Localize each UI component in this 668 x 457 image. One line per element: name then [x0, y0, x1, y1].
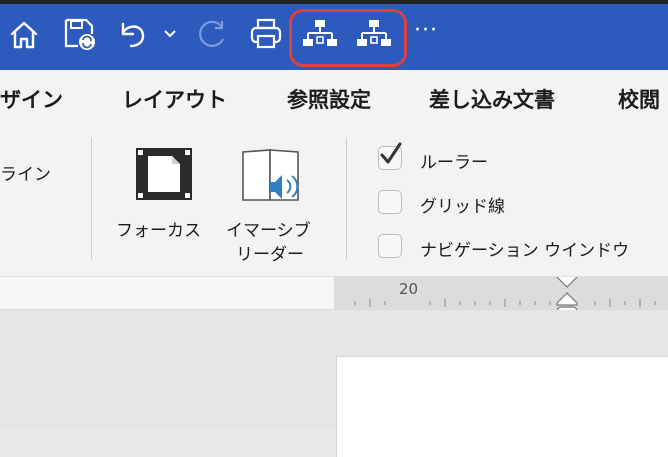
ribbon-divider: [346, 138, 347, 260]
home-icon[interactable]: [8, 18, 40, 52]
horizontal-ruler[interactable]: 20: [0, 276, 668, 320]
more-icon[interactable]: ···: [414, 18, 438, 43]
ruler-label: ルーラー: [420, 153, 488, 173]
gridlines-label: グリッド線: [420, 197, 505, 217]
ruler-checkbox[interactable]: [378, 142, 402, 170]
immersive-reader-icon[interactable]: [240, 146, 306, 206]
outline-button-partial[interactable]: ライン: [0, 160, 51, 185]
focus-label: フォーカス: [116, 221, 201, 241]
quick-access-toolbar: ···: [0, 0, 668, 70]
ribbon-tabs: ザイン レイアウト 参照設定 差し込み文書 校閲: [0, 70, 668, 124]
immersive-reader-label-1: イマーシブ: [226, 221, 311, 241]
tab-design[interactable]: ザイン: [0, 84, 63, 114]
immersive-reader-label-2: リーダー: [236, 245, 304, 265]
save-icon[interactable]: [62, 16, 98, 52]
view-ribbon: ライン フォーカス イマーシブ リーダー ルーラー グリッド線 ナビゲーション …: [0, 124, 668, 276]
redo-icon[interactable]: [194, 16, 230, 52]
ruler-number: 20: [399, 280, 419, 298]
undo-dropdown-icon[interactable]: [160, 24, 180, 44]
ribbon-divider: [91, 138, 92, 260]
tab-review[interactable]: 校閲: [618, 84, 660, 114]
tab-references[interactable]: 参照設定: [287, 84, 371, 114]
print-icon[interactable]: [247, 16, 285, 52]
window-edge: [0, 0, 668, 4]
tab-mailings[interactable]: 差し込み文書: [429, 84, 555, 114]
gridlines-checkbox[interactable]: [378, 190, 402, 214]
highlight-annotation: [289, 9, 407, 67]
navigation-pane-label: ナビゲーション ウインドウ: [420, 241, 630, 261]
document-page[interactable]: [336, 356, 668, 457]
focus-icon[interactable]: [134, 146, 194, 202]
undo-icon[interactable]: [116, 16, 150, 52]
document-workspace: [0, 310, 668, 457]
navigation-pane-checkbox[interactable]: [378, 234, 402, 258]
tab-layout[interactable]: レイアウト: [122, 84, 227, 114]
